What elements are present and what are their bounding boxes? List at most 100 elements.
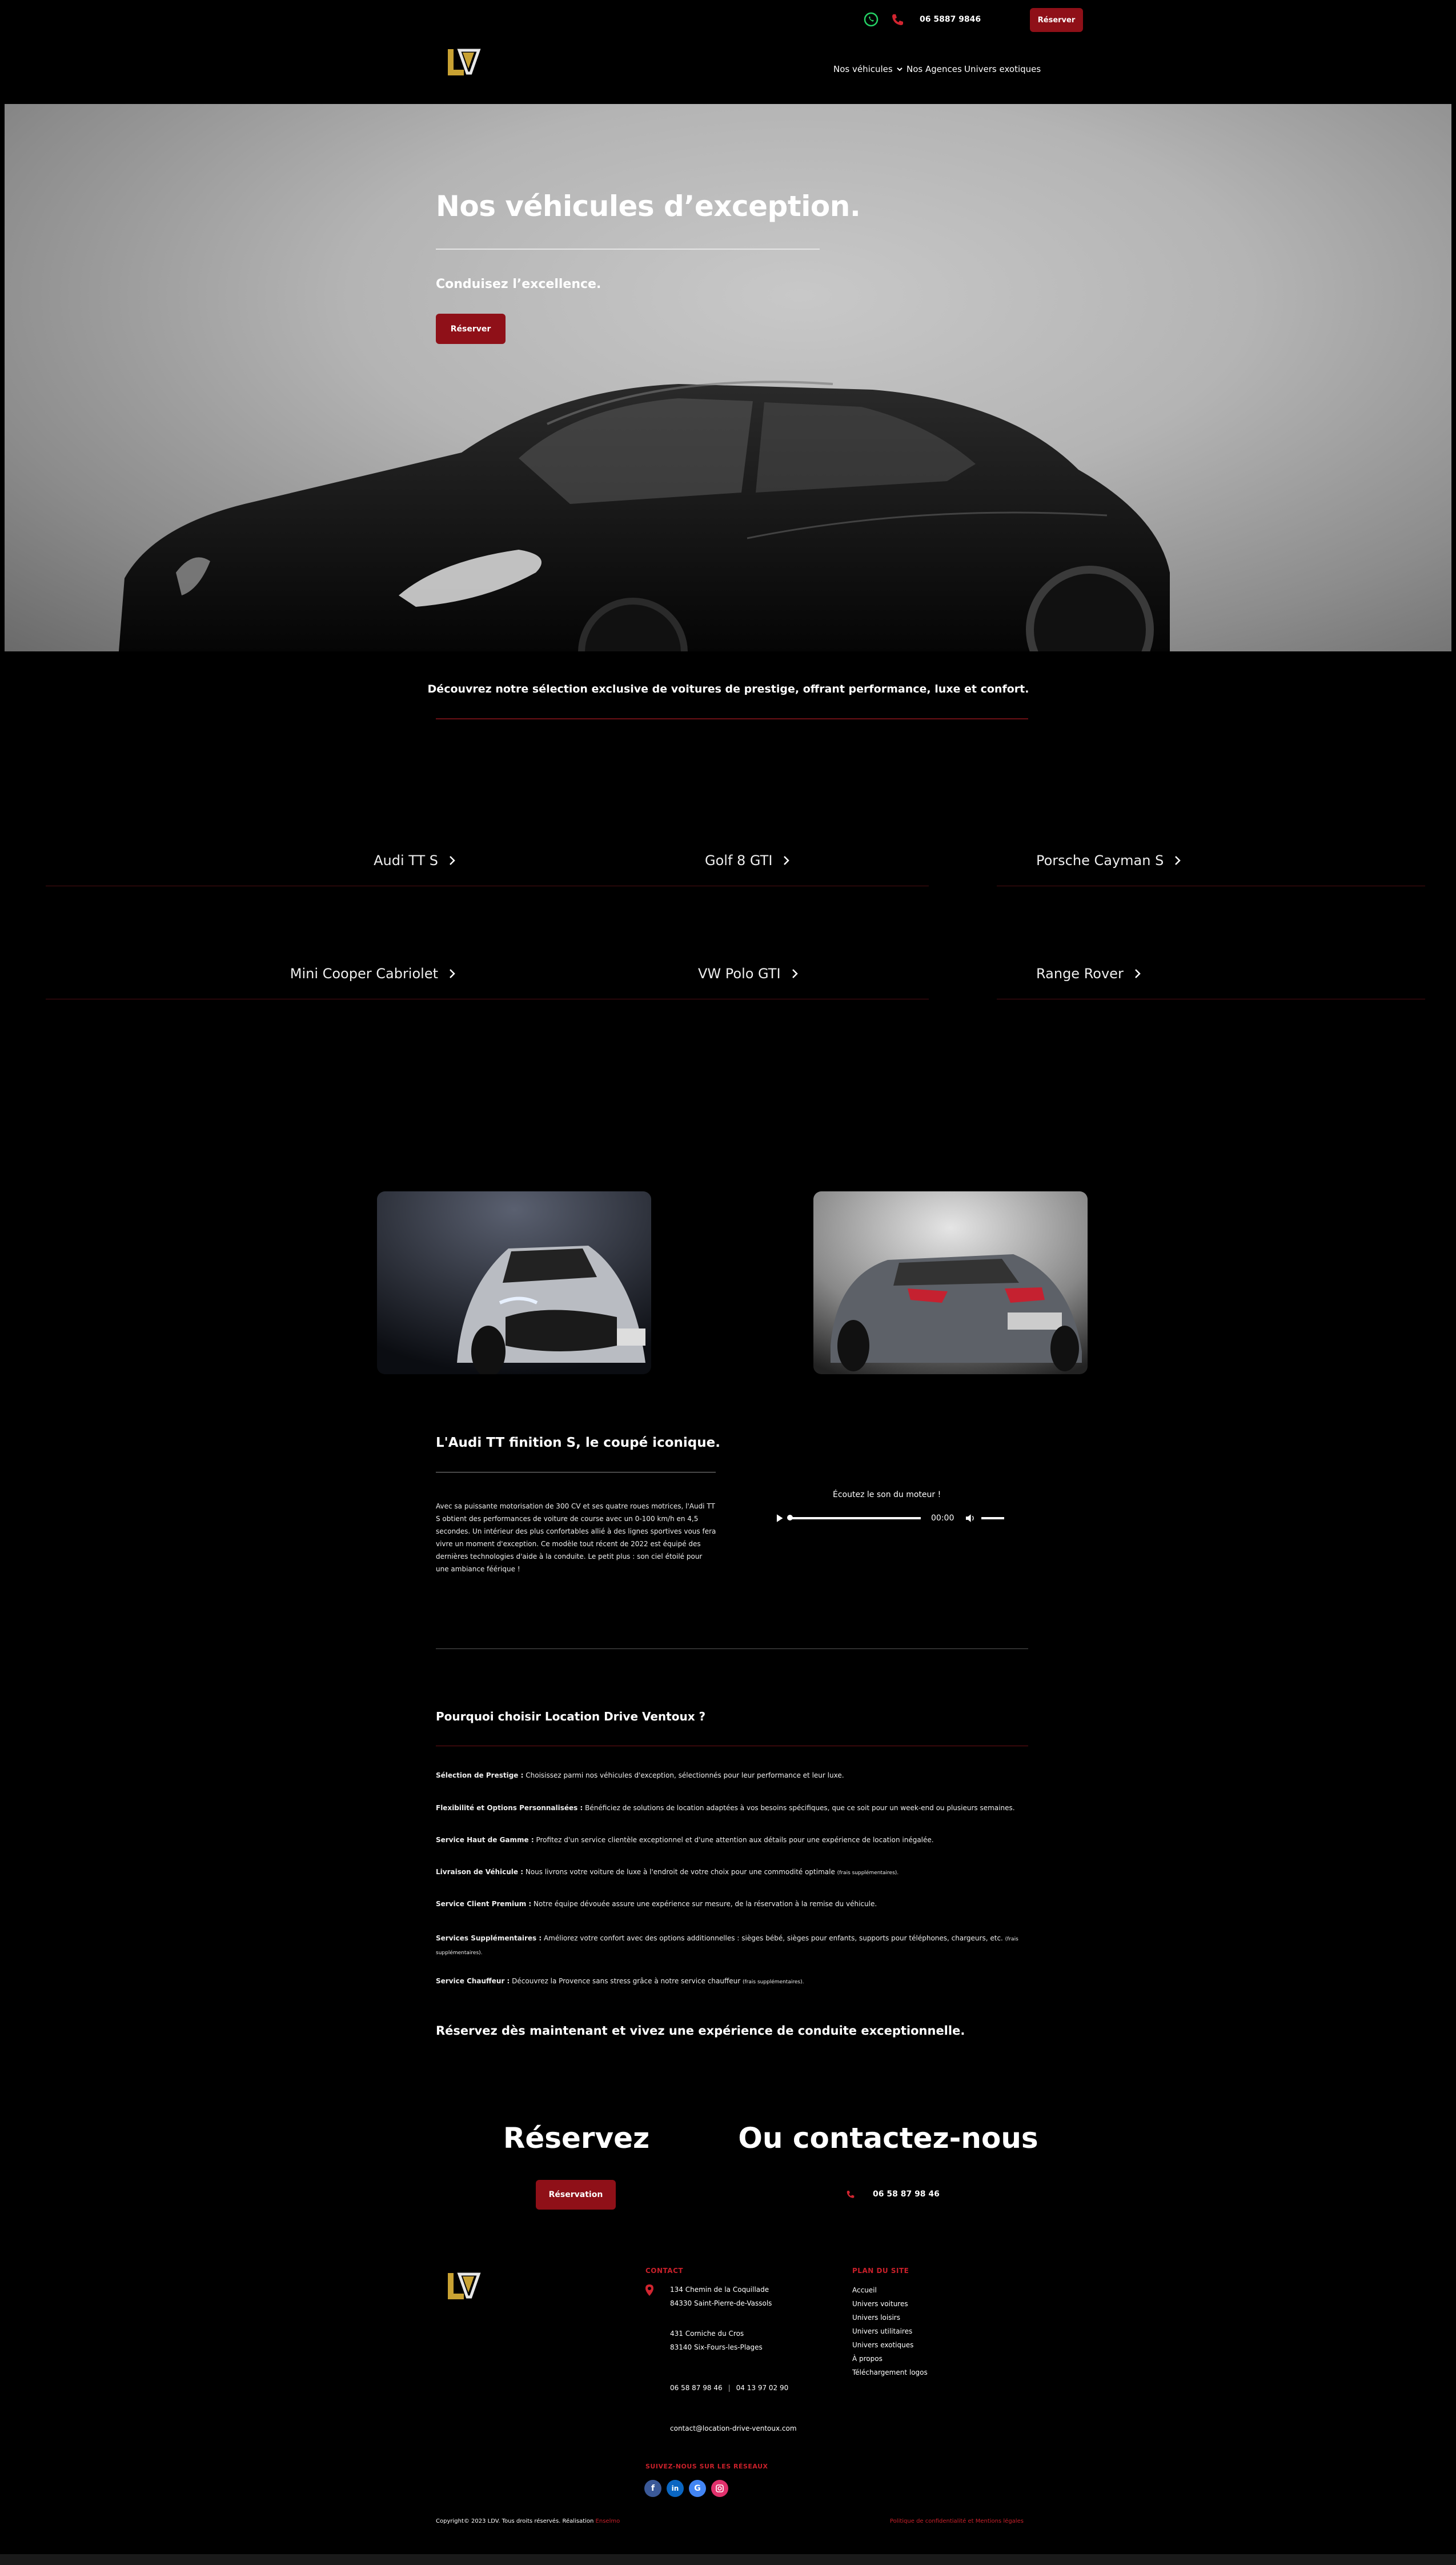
hero-subtitle: Conduisez l’excellence. (436, 277, 601, 291)
vehicle-link-vw-polo-gti[interactable]: VW Polo GTI (698, 966, 799, 982)
phone-icon (847, 2191, 855, 2198)
copyright-text: Copyright© 2023 LDV. Tous droits réservé… (436, 2518, 596, 2524)
vehicle-label: Range Rover (1036, 966, 1124, 982)
hero-reserve-button[interactable]: Réserver (436, 314, 506, 344)
why-item: Livraison de Véhicule : Nous livrons vot… (436, 1868, 1030, 1876)
why-item-text: Améliorez votre confort avec des options… (542, 1934, 1005, 1942)
audio-progress-slider[interactable] (787, 1515, 921, 1520)
footer-privacy-link[interactable]: Politique de confidentialité et Mentions… (890, 2518, 1024, 2524)
audio-progress-handle[interactable] (787, 1515, 793, 1520)
why-item-head: Service Chauffeur : (436, 1977, 510, 1985)
chevron-right-icon (1134, 969, 1141, 978)
nav-vehicules-label: Nos véhicules (833, 64, 893, 74)
why-item-text: Notre équipe dévouée assure une expérien… (531, 1900, 877, 1908)
vehicle-label: Mini Cooper Cabriolet (290, 966, 438, 982)
footer-plan-link[interactable]: Univers exotiques (852, 2338, 913, 2352)
nav-univers-exotiques[interactable]: Univers exotiques (964, 64, 1041, 74)
footer-logo[interactable] (446, 2268, 482, 2305)
footer-address1-line1: 134 Chemin de la Coquillade (670, 2286, 769, 2294)
google-icon[interactable]: G (689, 2480, 706, 2497)
audi-rear-image (813, 1191, 1088, 1374)
footer-address2-line1: 431 Corniche du Cros (670, 2330, 744, 2338)
why-item-head: Service Haut de Gamme : (436, 1836, 534, 1844)
nav-agences[interactable]: Nos Agences (907, 64, 962, 74)
vehicle-link-golf-8-gti[interactable]: Golf 8 GTI (705, 853, 791, 869)
chevron-right-icon (792, 969, 798, 978)
header-reserve-button[interactable]: Réserver (1030, 8, 1083, 32)
whatsapp-icon[interactable] (863, 11, 880, 30)
audio-player[interactable]: 00:00 (776, 1511, 1004, 1525)
vehicle-label: Audi TT S (374, 853, 438, 869)
cta-reservation-button[interactable]: Réservation (536, 2180, 616, 2210)
vehicle-label: Golf 8 GTI (705, 853, 773, 869)
linkedin-icon[interactable]: in (667, 2480, 684, 2497)
vehicle-link-range-rover[interactable]: Range Rover (1036, 966, 1142, 982)
cta-contact-title: Ou contactez-nous (738, 2122, 1038, 2155)
footer-plan-link[interactable]: Univers voitures (852, 2297, 908, 2311)
audio-time: 00:00 (931, 1514, 954, 1523)
footer-email[interactable]: contact@location-drive-ventoux.com (670, 2422, 797, 2435)
vehicle-link-porsche-cayman-s[interactable]: Porsche Cayman S (1036, 853, 1182, 869)
hero-divider (436, 249, 820, 250)
footer-copyright: Copyright© 2023 LDV. Tous droits réservé… (436, 2518, 620, 2524)
volume-icon[interactable] (965, 1514, 975, 1523)
nav-vehicules[interactable]: Nos véhicules (833, 64, 903, 74)
footer-plan-link[interactable]: Téléchargement logos (852, 2366, 928, 2379)
vehicle-label: VW Polo GTI (698, 966, 781, 982)
audi-title: L'Audi TT finition S, le coupé iconique. (436, 1435, 720, 1450)
page-bottom-strip (0, 2554, 1456, 2565)
footer-social-label: SUIVEZ-NOUS SUR LES RÉSEAUX (645, 2463, 768, 2470)
why-item: Flexibilité et Options Personnalisées : … (436, 1804, 1030, 1812)
play-icon[interactable] (776, 1514, 783, 1523)
intro-text: Découvrez notre sélection exclusive de v… (427, 683, 1029, 695)
why-item-head: Services Supplémentaires : (436, 1934, 542, 1942)
volume-slider[interactable] (981, 1517, 1004, 1519)
why-closing: Réservez dès maintenant et vivez une exp… (436, 2024, 965, 2038)
why-item-head: Service Client Premium : (436, 1900, 532, 1908)
chevron-right-icon (450, 969, 455, 978)
why-item-head: Sélection de Prestige : (436, 1771, 524, 1779)
instagram-icon[interactable] (711, 2480, 728, 2497)
why-item: Service Haut de Gamme : Profitez d'un se… (436, 1836, 1030, 1844)
phone-icon[interactable] (888, 11, 905, 30)
footer-plan-link[interactable]: À propos (852, 2352, 883, 2366)
audio-label: Écoutez le son du moteur ! (833, 1490, 941, 1499)
vehicle-link-audi-tt-s[interactable]: Audi TT S (374, 853, 456, 869)
why-item-text: Nous livrons votre voiture de luxe à l'e… (523, 1868, 837, 1876)
why-title: Pourquoi choisir Location Drive Ventoux … (436, 1710, 706, 1723)
footer-plan-link[interactable]: Univers loisirs (852, 2311, 900, 2324)
why-item-head: Livraison de Véhicule : (436, 1868, 524, 1876)
why-item-text: Profitez d'un service clientèle exceptio… (534, 1836, 934, 1844)
facebook-icon[interactable]: f (644, 2480, 661, 2497)
chevron-right-icon (450, 856, 455, 865)
why-item-text: Bénéficiez de solutions de location adap… (583, 1804, 1015, 1812)
footer-phone1[interactable]: 06 58 87 98 46 (670, 2381, 723, 2395)
why-item-head: Flexibilité et Options Personnalisées : (436, 1804, 583, 1812)
why-item-text: Découvrez la Provence sans stress grâce … (510, 1977, 743, 1985)
vehicle-label: Porsche Cayman S (1036, 853, 1164, 869)
chevron-right-icon (784, 856, 790, 865)
chevron-right-icon (1175, 856, 1181, 865)
vehicle-link-mini-cooper-cabriolet[interactable]: Mini Cooper Cabriolet (290, 966, 456, 982)
footer-plan-link[interactable]: Univers utilitaires (852, 2324, 912, 2338)
why-item: Services Supplémentaires : Améliorez vot… (436, 1932, 1030, 1959)
why-item: Service Chauffeur : Découvrez la Provenc… (436, 1977, 1030, 1985)
footer-socials: f in G (644, 2480, 728, 2497)
why-item-text: Choisissez parmi nos véhicules d'excepti… (523, 1771, 844, 1779)
footer-phone2[interactable]: 04 13 97 02 90 (736, 2381, 789, 2395)
topbar-phone[interactable]: 06 5887 9846 (920, 15, 981, 24)
footer-plan-link[interactable]: Accueil (852, 2283, 877, 2297)
footer-phone-separator: | (728, 2384, 731, 2392)
audi-description: Avec sa puissante motorisation de 300 CV… (436, 1502, 716, 1573)
footer-address1-line2: 84330 Saint-Pierre-de-Vassols (670, 2299, 772, 2307)
cta-phone[interactable]: 06 58 87 98 46 (844, 2188, 940, 2200)
intro-divider (436, 718, 1028, 719)
chevron-down-icon (897, 67, 903, 71)
logo[interactable] (446, 45, 482, 81)
cta-phone-number: 06 58 87 98 46 (873, 2190, 940, 2199)
hero-title: Nos véhicules d’exception. (436, 190, 861, 223)
footer-address2-line2: 83140 Six-Fours-les-Plages (670, 2343, 763, 2351)
copyright-link[interactable]: Enselmo (596, 2518, 620, 2524)
footer-contact-label: CONTACT (645, 2267, 684, 2275)
why-item: Service Client Premium : Notre équipe dé… (436, 1900, 1030, 1908)
